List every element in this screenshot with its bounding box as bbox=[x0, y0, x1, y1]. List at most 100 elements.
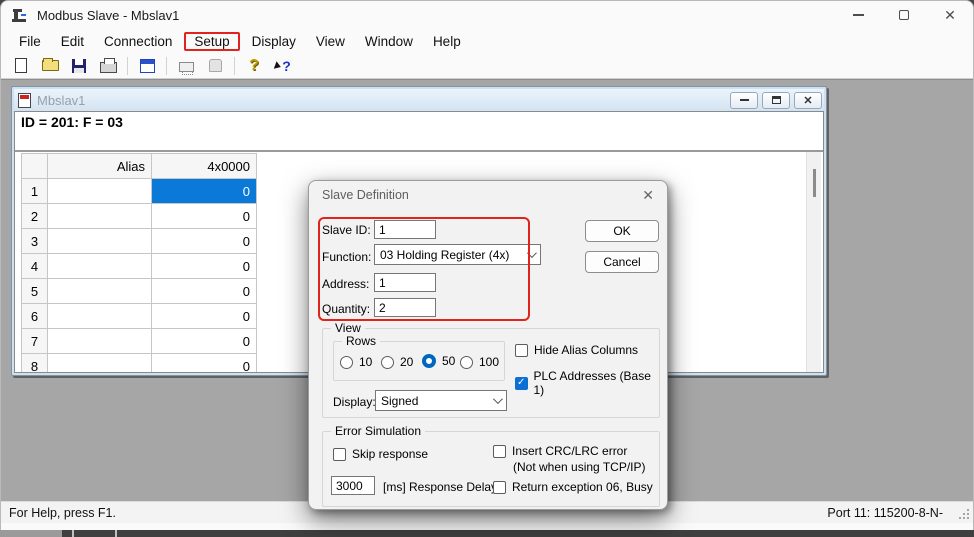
row-number-cell[interactable]: 5 bbox=[22, 279, 48, 304]
window-controls: ✕ bbox=[835, 1, 973, 29]
row-number-cell[interactable]: 1 bbox=[22, 179, 48, 204]
address-input[interactable]: 1 bbox=[374, 273, 436, 292]
crc-error-checkbox[interactable]: Insert CRC/LRC error bbox=[493, 444, 627, 458]
dialog-body: Slave ID: 1 Function: 03 Holding Registe… bbox=[309, 209, 667, 511]
rows-100-radio[interactable]: 100 bbox=[460, 355, 499, 369]
menu-help[interactable]: Help bbox=[423, 32, 471, 51]
communication-log-button[interactable] bbox=[205, 56, 225, 75]
value-cell[interactable]: 0 bbox=[152, 279, 257, 304]
view-groupbox: View Rows 10 20 bbox=[322, 328, 660, 418]
table-row: 3 0 bbox=[22, 229, 257, 254]
rows-50-radio[interactable]: 50 bbox=[422, 354, 455, 368]
register-header-cell[interactable]: 4x0000 bbox=[152, 154, 257, 179]
help-button[interactable]: ? bbox=[244, 56, 264, 75]
child-close-button[interactable]: ✕ bbox=[794, 92, 822, 109]
row-number-cell[interactable]: 3 bbox=[22, 229, 48, 254]
quantity-input[interactable]: 2 bbox=[374, 298, 436, 317]
value-cell[interactable]: 0 bbox=[152, 304, 257, 329]
plc-addresses-checkbox[interactable]: ✓ PLC Addresses (Base 1) bbox=[515, 369, 659, 397]
radio-icon bbox=[340, 356, 353, 369]
dialog-title-bar[interactable]: Slave Definition ✕ bbox=[309, 181, 667, 209]
menu-file[interactable]: File bbox=[9, 32, 51, 51]
alias-cell[interactable] bbox=[48, 254, 152, 279]
rows-20-label: 20 bbox=[400, 355, 413, 369]
open-file-button[interactable] bbox=[40, 56, 60, 75]
menu-window[interactable]: Window bbox=[355, 32, 423, 51]
alias-cell[interactable] bbox=[48, 229, 152, 254]
skip-response-label: Skip response bbox=[352, 447, 428, 461]
busy-exception-label: Return exception 06, Busy bbox=[512, 480, 653, 494]
busy-exception-checkbox[interactable]: Return exception 06, Busy bbox=[493, 480, 653, 494]
display-definition-button[interactable] bbox=[137, 56, 157, 75]
alias-cell[interactable] bbox=[48, 354, 152, 373]
child-minimize-button[interactable] bbox=[730, 92, 758, 109]
rows-20-radio[interactable]: 20 bbox=[381, 355, 413, 369]
vertical-scrollbar[interactable] bbox=[806, 152, 821, 372]
child-minimize-icon bbox=[740, 99, 749, 101]
new-file-icon bbox=[15, 58, 27, 73]
row-number-cell[interactable]: 7 bbox=[22, 329, 48, 354]
value-cell[interactable]: 0 bbox=[152, 354, 257, 373]
context-help-button[interactable]: ? bbox=[273, 56, 293, 75]
minimize-button[interactable] bbox=[835, 1, 881, 29]
table-row: 8 0 bbox=[22, 354, 257, 373]
id-function-text: ID = 201: F = 03 bbox=[21, 114, 123, 130]
table-row: 1 0 bbox=[22, 179, 257, 204]
app-icon bbox=[11, 8, 28, 23]
save-file-button[interactable] bbox=[69, 56, 89, 75]
alias-cell[interactable] bbox=[48, 329, 152, 354]
alias-cell[interactable] bbox=[48, 304, 152, 329]
communication-traffic-button[interactable] bbox=[176, 56, 196, 75]
hide-alias-label: Hide Alias Columns bbox=[534, 343, 638, 357]
new-file-button[interactable] bbox=[11, 56, 31, 75]
chevron-down-icon bbox=[493, 394, 503, 404]
menu-display[interactable]: Display bbox=[242, 32, 306, 51]
checkbox-unchecked-icon bbox=[493, 445, 506, 458]
display-label: Display: bbox=[333, 395, 376, 409]
crc-error-sublabel: (Not when using TCP/IP) bbox=[513, 460, 646, 474]
background-window-edge bbox=[72, 530, 74, 537]
alias-cell[interactable] bbox=[48, 279, 152, 304]
menu-edit[interactable]: Edit bbox=[51, 32, 94, 51]
function-combobox[interactable]: 03 Holding Register (4x) bbox=[374, 244, 541, 265]
child-title-bar[interactable]: Mbslav1 ✕ bbox=[14, 89, 824, 111]
scrollbar-thumb[interactable] bbox=[813, 169, 816, 197]
alias-cell[interactable] bbox=[48, 179, 152, 204]
alias-cell[interactable] bbox=[48, 204, 152, 229]
menu-setup[interactable]: Setup bbox=[184, 32, 239, 51]
close-icon: ✕ bbox=[944, 7, 956, 24]
menu-bar: File Edit Connection Setup Display View … bbox=[1, 29, 973, 53]
print-button[interactable] bbox=[98, 56, 118, 75]
dialog-close-icon[interactable]: ✕ bbox=[642, 187, 654, 204]
background-window-edge bbox=[115, 530, 117, 537]
child-restore-button[interactable] bbox=[762, 92, 790, 109]
title-bar: Modbus Slave - Mbslav1 ✕ bbox=[1, 1, 973, 29]
ok-button[interactable]: OK bbox=[585, 220, 659, 242]
hide-alias-checkbox[interactable]: Hide Alias Columns bbox=[515, 343, 638, 357]
resize-grip[interactable] bbox=[959, 509, 969, 519]
row-number-cell[interactable]: 8 bbox=[22, 354, 48, 373]
alias-header-cell[interactable]: Alias bbox=[48, 154, 152, 179]
close-button[interactable]: ✕ bbox=[927, 1, 973, 29]
slave-id-input[interactable]: 1 bbox=[374, 220, 436, 239]
background-window-strip bbox=[0, 530, 974, 537]
skip-response-checkbox[interactable]: Skip response bbox=[333, 447, 428, 461]
value-cell-selected[interactable]: 0 bbox=[152, 179, 257, 204]
cancel-button[interactable]: Cancel bbox=[585, 251, 659, 273]
rows-10-radio[interactable]: 10 bbox=[340, 355, 372, 369]
value-cell[interactable]: 0 bbox=[152, 329, 257, 354]
corner-header-cell[interactable] bbox=[22, 154, 48, 179]
checkbox-checked-icon: ✓ bbox=[515, 377, 528, 390]
menu-view[interactable]: View bbox=[306, 32, 355, 51]
row-number-cell[interactable]: 2 bbox=[22, 204, 48, 229]
row-number-cell[interactable]: 4 bbox=[22, 254, 48, 279]
row-number-cell[interactable]: 6 bbox=[22, 304, 48, 329]
maximize-button[interactable] bbox=[881, 1, 927, 29]
value-cell[interactable]: 0 bbox=[152, 254, 257, 279]
response-delay-input[interactable]: 3000 bbox=[331, 476, 375, 495]
child-restore-icon bbox=[772, 96, 781, 104]
value-cell[interactable]: 0 bbox=[152, 229, 257, 254]
display-combobox[interactable]: Signed bbox=[375, 390, 507, 411]
value-cell[interactable]: 0 bbox=[152, 204, 257, 229]
menu-connection[interactable]: Connection bbox=[94, 32, 182, 51]
